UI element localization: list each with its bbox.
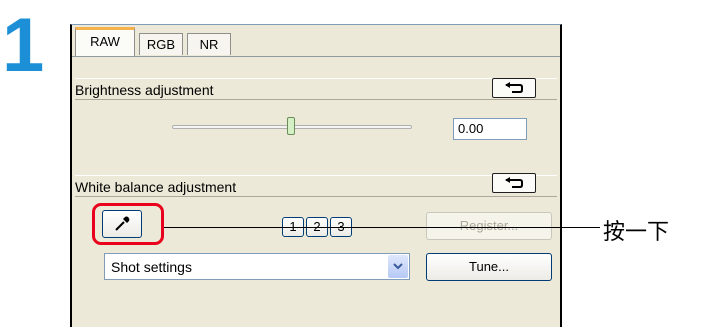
select-value: Shot settings [111, 259, 192, 275]
chevron-down-icon[interactable] [388, 255, 408, 278]
brightness-reset-button[interactable] [492, 78, 536, 98]
white-balance-title: White balance adjustment [75, 179, 237, 195]
tab-rgb[interactable]: RGB [139, 33, 183, 55]
undo-icon [505, 177, 523, 188]
brightness-header: Brightness adjustment [75, 78, 557, 100]
brightness-slider-thumb[interactable] [287, 117, 295, 135]
eyedropper-highlight [92, 203, 164, 245]
brightness-title: Brightness adjustment [75, 82, 214, 98]
white-balance-header: White balance adjustment [75, 175, 557, 197]
white-balance-select[interactable]: Shot settings [104, 253, 410, 280]
register-button[interactable]: Register... [426, 212, 552, 240]
white-balance-reset-button[interactable] [492, 173, 536, 193]
undo-icon [505, 82, 523, 93]
tune-button[interactable]: Tune... [426, 253, 552, 281]
callout-line [164, 227, 600, 228]
tab-nr[interactable]: NR [187, 33, 231, 55]
brightness-value-field[interactable]: 0.00 [453, 118, 527, 140]
adjustment-panel: RAW RGB NR Brightness adjustment 0.00 Wh… [70, 24, 562, 327]
callout-text: 按一下 [603, 219, 670, 244]
step-number: 1 [2, 3, 45, 88]
tab-raw[interactable]: RAW [75, 27, 135, 57]
tab-divider [72, 56, 560, 57]
